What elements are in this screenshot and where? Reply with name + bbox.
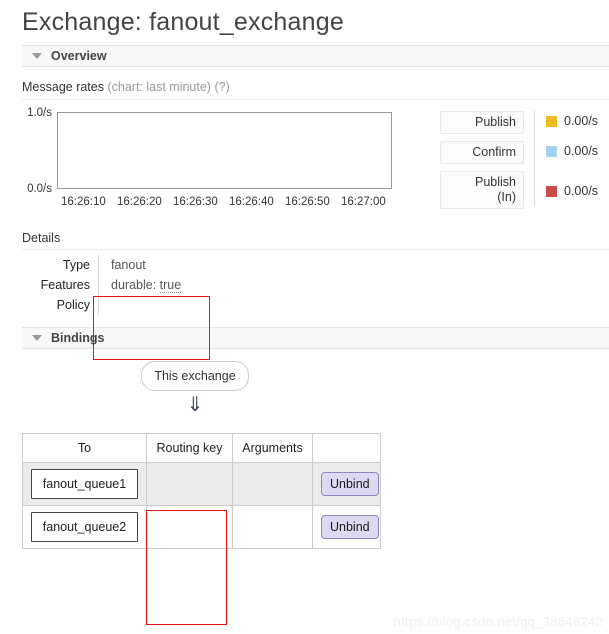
message-rates-title: Message rates — [22, 80, 104, 94]
bindings-table: To Routing key Arguments fanout_queue1 U… — [22, 433, 381, 549]
chart-xtick-0: 16:26:10 — [61, 196, 106, 208]
legend-value-confirm: 0.00/s — [564, 144, 599, 158]
details-features-text: durable: — [111, 278, 160, 292]
details-row-features-value: durable: true — [99, 275, 182, 295]
rate-button-group: Publish Confirm Publish (In) — [440, 111, 524, 216]
chart-xtick-3: 16:26:40 — [229, 196, 274, 208]
legend-divider — [534, 111, 535, 207]
details-row-features-label: Features — [22, 275, 99, 295]
binding-action-cell: Unbind — [312, 462, 381, 506]
rate-button-publish-in-line1: Publish — [475, 175, 516, 189]
table-row: fanout_queue2 Unbind — [22, 505, 381, 549]
binding-routing-key-cell — [146, 505, 233, 549]
chart-xtick-1: 16:26:20 — [117, 196, 162, 208]
queue-link-fanout-queue2[interactable]: fanout_queue2 — [31, 512, 138, 542]
unbind-button[interactable]: Unbind — [321, 472, 379, 496]
chart-xtick-2: 16:26:30 — [173, 196, 218, 208]
page-title: Exchange: fanout_exchange — [22, 8, 344, 36]
rate-button-publish-in[interactable]: Publish (In) — [440, 171, 524, 209]
binding-routing-key-cell — [146, 462, 233, 506]
binding-to-cell: fanout_queue2 — [22, 505, 147, 549]
watermark: https://blog.csdn.net/qq_38846242 — [393, 614, 603, 629]
bindings-column-actions — [312, 433, 381, 463]
legend-item-publish: 0.00/s — [546, 111, 598, 131]
unbind-button[interactable]: Unbind — [321, 515, 379, 539]
details-row-policy: Policy — [22, 295, 181, 315]
double-down-arrow-icon: ⇓ — [186, 394, 204, 416]
message-rates-help-icon[interactable]: (?) — [214, 80, 229, 94]
rate-button-confirm[interactable]: Confirm — [440, 141, 524, 164]
bindings-column-routing-key[interactable]: Routing key — [146, 433, 233, 463]
chart-ytick-top: 1.0/s — [27, 107, 52, 119]
details-row-type-value: fanout — [111, 258, 146, 272]
section-header-bindings[interactable]: Bindings — [22, 327, 609, 349]
section-header-bindings-label: Bindings — [51, 331, 105, 345]
binding-arguments-cell — [232, 505, 313, 549]
caret-down-icon — [32, 53, 42, 59]
legend-swatch-publish — [546, 115, 557, 127]
message-rates-note: (chart: last minute) — [107, 80, 211, 94]
details-row-policy-value — [99, 295, 182, 315]
binding-action-cell: Unbind — [312, 505, 381, 549]
message-rates-label: Message rates (chart: last minute) (?) — [22, 80, 609, 100]
legend-item-publish-in: 0.00/s — [546, 181, 598, 201]
chart-xtick-4: 16:26:50 — [285, 196, 330, 208]
legend-swatch-publish-in — [546, 185, 557, 197]
binding-to-cell: fanout_queue1 — [22, 462, 147, 506]
table-row: fanout_queue1 Unbind — [22, 462, 381, 506]
chart-ytick-bottom: 0.0/s — [27, 183, 52, 195]
legend-swatch-confirm — [546, 145, 557, 157]
section-header-overview-label: Overview — [51, 49, 107, 63]
details-row-policy-label: Policy — [22, 295, 99, 315]
legend-item-confirm: 0.00/s — [546, 141, 598, 161]
queue-link-fanout-queue1[interactable]: fanout_queue1 — [31, 469, 138, 499]
binding-arguments-cell — [232, 462, 313, 506]
bindings-source-node: This exchange — [141, 361, 249, 391]
bindings-column-to[interactable]: To — [22, 433, 147, 463]
rate-button-publish-in-line2: (In) — [497, 190, 516, 204]
legend-value-publish-in: 0.00/s — [564, 184, 599, 198]
chart-xtick-5: 16:27:00 — [341, 196, 386, 208]
bindings-graph: This exchange ⇓ — [0, 361, 609, 433]
details-row-features: Features durable: true — [22, 275, 182, 295]
details-table: Type fanout Features durable: true Polic… — [22, 255, 182, 315]
chart-plot-area — [57, 112, 392, 189]
details-label: Details — [22, 231, 609, 250]
details-row-type: Type fanout — [22, 255, 181, 275]
message-rates-chart: 1.0/s 0.0/s 16:26:10 16:26:20 16:26:30 1… — [0, 106, 609, 221]
section-header-overview[interactable]: Overview — [22, 45, 609, 67]
details-row-type-label: Type — [22, 255, 99, 275]
rate-button-publish[interactable]: Publish — [440, 111, 524, 134]
details-features-durable-value: true — [159, 278, 182, 293]
caret-down-icon — [32, 335, 42, 341]
chart-legend: 0.00/s 0.00/s 0.00/s — [546, 111, 598, 201]
bindings-column-arguments[interactable]: Arguments — [232, 433, 313, 463]
chart-svg: 1.0/s 0.0/s 16:26:10 16:26:20 16:26:30 1… — [27, 107, 392, 208]
legend-value-publish: 0.00/s — [564, 114, 599, 128]
bindings-table-header-row: To Routing key Arguments — [22, 433, 381, 463]
